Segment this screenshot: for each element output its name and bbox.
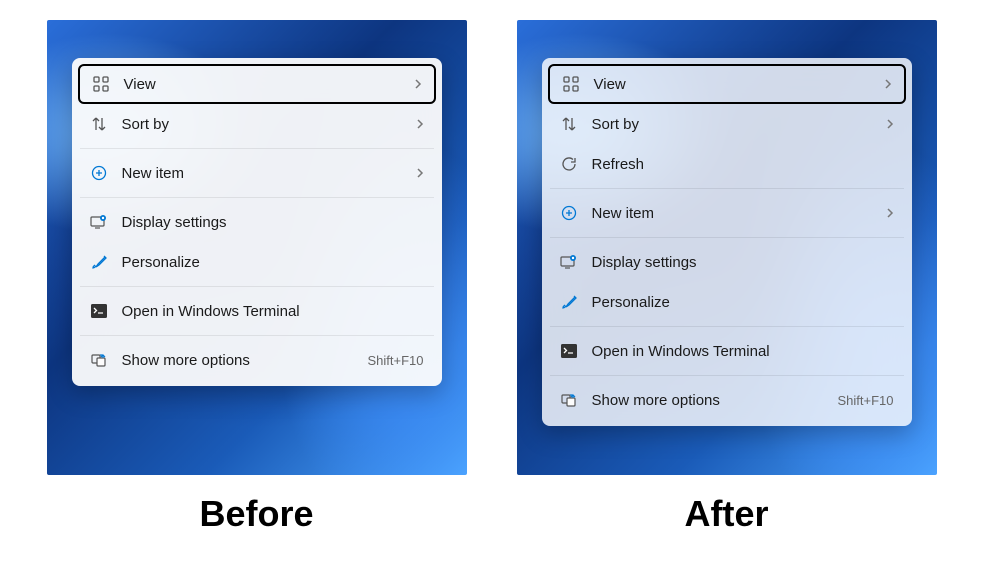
menu-item-sort-by[interactable]: Sort by bbox=[548, 104, 906, 144]
menu-item-new-item[interactable]: New item bbox=[78, 153, 436, 193]
menu-item-label: Personalize bbox=[592, 294, 894, 311]
plus-circle-icon bbox=[560, 204, 578, 222]
menu-item-view[interactable]: View bbox=[78, 64, 436, 104]
menu-item-label: View bbox=[594, 76, 884, 93]
display-gear-icon bbox=[560, 253, 578, 271]
menu-item-label: New item bbox=[122, 165, 416, 182]
menu-item-label: Show more options bbox=[592, 392, 838, 409]
menu-separator bbox=[80, 148, 434, 149]
after-panel: View Sort by Refresh New item Display settin… bbox=[517, 20, 937, 535]
chevron-right-icon bbox=[416, 118, 424, 130]
menu-separator bbox=[80, 286, 434, 287]
menu-item-label: Open in Windows Terminal bbox=[122, 303, 424, 320]
menu-item-label: Refresh bbox=[592, 156, 894, 173]
grid-icon bbox=[562, 75, 580, 93]
menu-item-personalize[interactable]: Personalize bbox=[548, 282, 906, 322]
watermark-text: 系统之家 bbox=[915, 546, 971, 566]
menu-item-label: Show more options bbox=[122, 352, 368, 369]
more-options-icon bbox=[560, 391, 578, 409]
menu-item-shortcut: Shift+F10 bbox=[367, 353, 423, 368]
menu-item-display-settings[interactable]: Display settings bbox=[548, 242, 906, 282]
display-gear-icon bbox=[90, 213, 108, 231]
menu-item-label: Personalize bbox=[122, 254, 424, 271]
menu-separator bbox=[80, 335, 434, 336]
menu-separator bbox=[550, 375, 904, 376]
sort-icon bbox=[90, 115, 108, 133]
menu-item-show-more-options[interactable]: Show more optionsShift+F10 bbox=[548, 380, 906, 420]
menu-item-open-in-windows-terminal[interactable]: Open in Windows Terminal bbox=[78, 291, 436, 331]
menu-item-new-item[interactable]: New item bbox=[548, 193, 906, 233]
menu-item-view[interactable]: View bbox=[548, 64, 906, 104]
menu-item-display-settings[interactable]: Display settings bbox=[78, 202, 436, 242]
menu-item-label: Sort by bbox=[122, 116, 416, 133]
chevron-right-icon bbox=[414, 78, 422, 90]
before-caption: Before bbox=[199, 493, 313, 535]
comparison-container: View Sort by New item Display settings Perso… bbox=[0, 0, 983, 555]
watermark: 系统之家 bbox=[885, 546, 971, 566]
menu-item-refresh[interactable]: Refresh bbox=[548, 144, 906, 184]
menu-separator bbox=[80, 197, 434, 198]
menu-item-open-in-windows-terminal[interactable]: Open in Windows Terminal bbox=[548, 331, 906, 371]
desktop-wallpaper-after: View Sort by Refresh New item Display settin… bbox=[517, 20, 937, 475]
terminal-icon bbox=[560, 342, 578, 360]
sort-icon bbox=[560, 115, 578, 133]
menu-item-label: View bbox=[124, 76, 414, 93]
menu-item-personalize[interactable]: Personalize bbox=[78, 242, 436, 282]
menu-item-label: Display settings bbox=[122, 214, 424, 231]
menu-item-label: Open in Windows Terminal bbox=[592, 343, 894, 360]
menu-item-sort-by[interactable]: Sort by bbox=[78, 104, 436, 144]
menu-item-show-more-options[interactable]: Show more optionsShift+F10 bbox=[78, 340, 436, 380]
desktop-wallpaper-before: View Sort by New item Display settings Perso… bbox=[47, 20, 467, 475]
menu-item-label: Sort by bbox=[592, 116, 886, 133]
menu-item-shortcut: Shift+F10 bbox=[837, 393, 893, 408]
brush-icon bbox=[560, 293, 578, 311]
menu-separator bbox=[550, 326, 904, 327]
watermark-house-icon bbox=[885, 546, 909, 566]
before-panel: View Sort by New item Display settings Perso… bbox=[47, 20, 467, 535]
menu-item-label: New item bbox=[592, 205, 886, 222]
chevron-right-icon bbox=[886, 118, 894, 130]
context-menu-after: View Sort by Refresh New item Display settin… bbox=[542, 58, 912, 426]
chevron-right-icon bbox=[884, 78, 892, 90]
menu-separator bbox=[550, 237, 904, 238]
chevron-right-icon bbox=[416, 167, 424, 179]
menu-separator bbox=[550, 188, 904, 189]
refresh-icon bbox=[560, 155, 578, 173]
chevron-right-icon bbox=[886, 207, 894, 219]
context-menu-before: View Sort by New item Display settings Perso… bbox=[72, 58, 442, 386]
terminal-icon bbox=[90, 302, 108, 320]
grid-icon bbox=[92, 75, 110, 93]
after-caption: After bbox=[684, 493, 768, 535]
menu-item-label: Display settings bbox=[592, 254, 894, 271]
brush-icon bbox=[90, 253, 108, 271]
plus-circle-icon bbox=[90, 164, 108, 182]
more-options-icon bbox=[90, 351, 108, 369]
